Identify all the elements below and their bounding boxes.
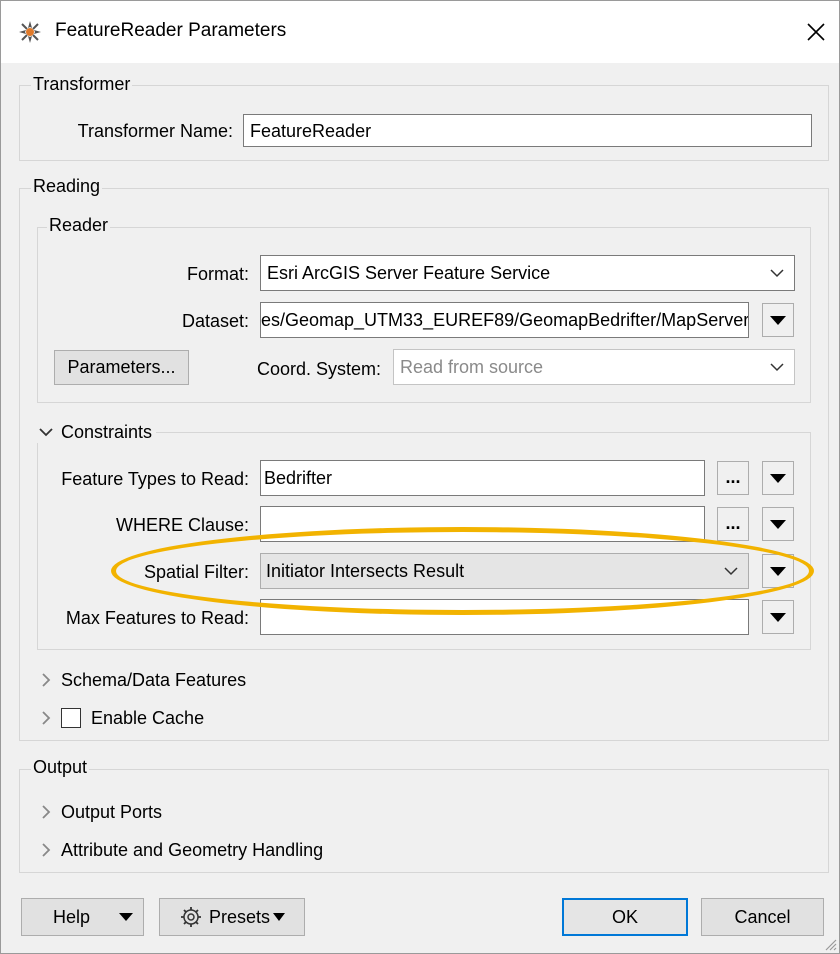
dataset-dropdown-button[interactable] [762,303,794,337]
window-title: FeatureReader Parameters [55,20,287,41]
schema-data-features-toggle[interactable]: Schema/Data Features [35,669,246,691]
dataset-label: Dataset: [181,311,249,331]
presets-button[interactable]: Presets [159,898,305,936]
where-clause-label: WHERE Clause: [115,515,249,535]
feature-types-input[interactable]: Bedrifter [260,460,705,496]
close-icon [807,23,825,41]
coord-system-select[interactable]: Read from source [393,349,795,385]
triangle-down-icon [770,566,786,576]
attribute-geometry-label: Attribute and Geometry Handling [61,839,324,860]
output-ports-toggle[interactable]: Output Ports [35,801,162,823]
feature-types-browse-button[interactable]: ... [717,461,749,495]
triangle-down-icon [770,315,786,325]
chevron-down-icon [39,428,53,437]
dialog-window: FeatureReader Parameters Transformer Tra… [0,0,840,954]
coord-system-label: Coord. System: [256,359,381,379]
dataset-input[interactable]: es/Geomap_UTM33_EUREF89/GeomapBedrifter/… [260,302,749,338]
presets-button-label: Presets [208,906,271,927]
constraints-label: Constraints [61,421,153,442]
spatial-filter-dropdown-button[interactable] [762,554,794,588]
title-bar[interactable]: FeatureReader Parameters [1,1,839,63]
chevron-right-icon [42,711,51,725]
parameters-button[interactable]: Parameters... [54,350,189,385]
chevron-down-icon [770,269,784,278]
chevron-down-icon [724,567,738,576]
feature-types-label: Feature Types to Read: [61,469,249,489]
where-clause-browse-button[interactable]: ... [717,507,749,541]
transformer-group-label: Transformer [31,74,133,95]
chevron-right-icon [42,805,51,819]
triangle-down-icon [770,473,786,483]
enable-cache-checkbox[interactable] [61,708,81,728]
ok-button[interactable]: OK [562,898,688,936]
where-clause-input[interactable] [260,506,705,542]
reader-group-label: Reader [47,215,111,236]
help-button-label: Help [53,906,91,927]
close-button[interactable] [793,9,839,55]
max-features-label: Max Features to Read: [65,608,249,628]
output-group-label: Output [31,757,90,778]
enable-cache-label: Enable Cache [91,707,205,728]
cancel-button[interactable]: Cancel [701,898,824,936]
where-clause-dropdown-button[interactable] [762,507,794,541]
gear-icon [180,907,201,927]
ellipsis-icon: ... [725,513,741,533]
spatial-filter-value: Initiator Intersects Result [266,561,465,581]
reading-group-label: Reading [31,176,103,197]
enable-cache-toggle[interactable]: Enable Cache [35,707,204,729]
coord-system-placeholder: Read from source [400,357,544,377]
constraints-toggle[interactable]: Constraints [35,421,157,443]
chevron-down-icon [770,363,784,372]
chevron-right-icon [42,673,51,687]
triangle-down-icon [770,612,786,622]
triangle-down-icon [770,519,786,529]
transformer-name-input[interactable]: FeatureReader [243,114,812,147]
max-features-input[interactable] [260,599,749,635]
ellipsis-icon: ... [725,467,741,487]
schema-data-features-label: Schema/Data Features [61,669,247,690]
format-label: Format: [186,264,249,284]
attribute-geometry-toggle[interactable]: Attribute and Geometry Handling [35,839,323,861]
help-button[interactable]: Help [21,898,144,936]
transformer-name-label: Transformer Name: [77,121,233,141]
resize-grip-icon[interactable] [823,937,837,951]
chevron-right-icon [42,843,51,857]
feature-types-dropdown-button[interactable] [762,461,794,495]
output-ports-label: Output Ports [61,801,163,822]
feature-reader-app-icon [19,21,41,43]
triangle-down-icon [273,913,286,921]
format-select[interactable]: Esri ArcGIS Server Feature Service [260,255,795,291]
spatial-filter-select[interactable]: Initiator Intersects Result [260,553,749,589]
max-features-dropdown-button[interactable] [762,600,794,634]
format-select-value: Esri ArcGIS Server Feature Service [267,263,551,283]
spatial-filter-label: Spatial Filter: [143,562,249,582]
triangle-down-icon [119,913,133,921]
